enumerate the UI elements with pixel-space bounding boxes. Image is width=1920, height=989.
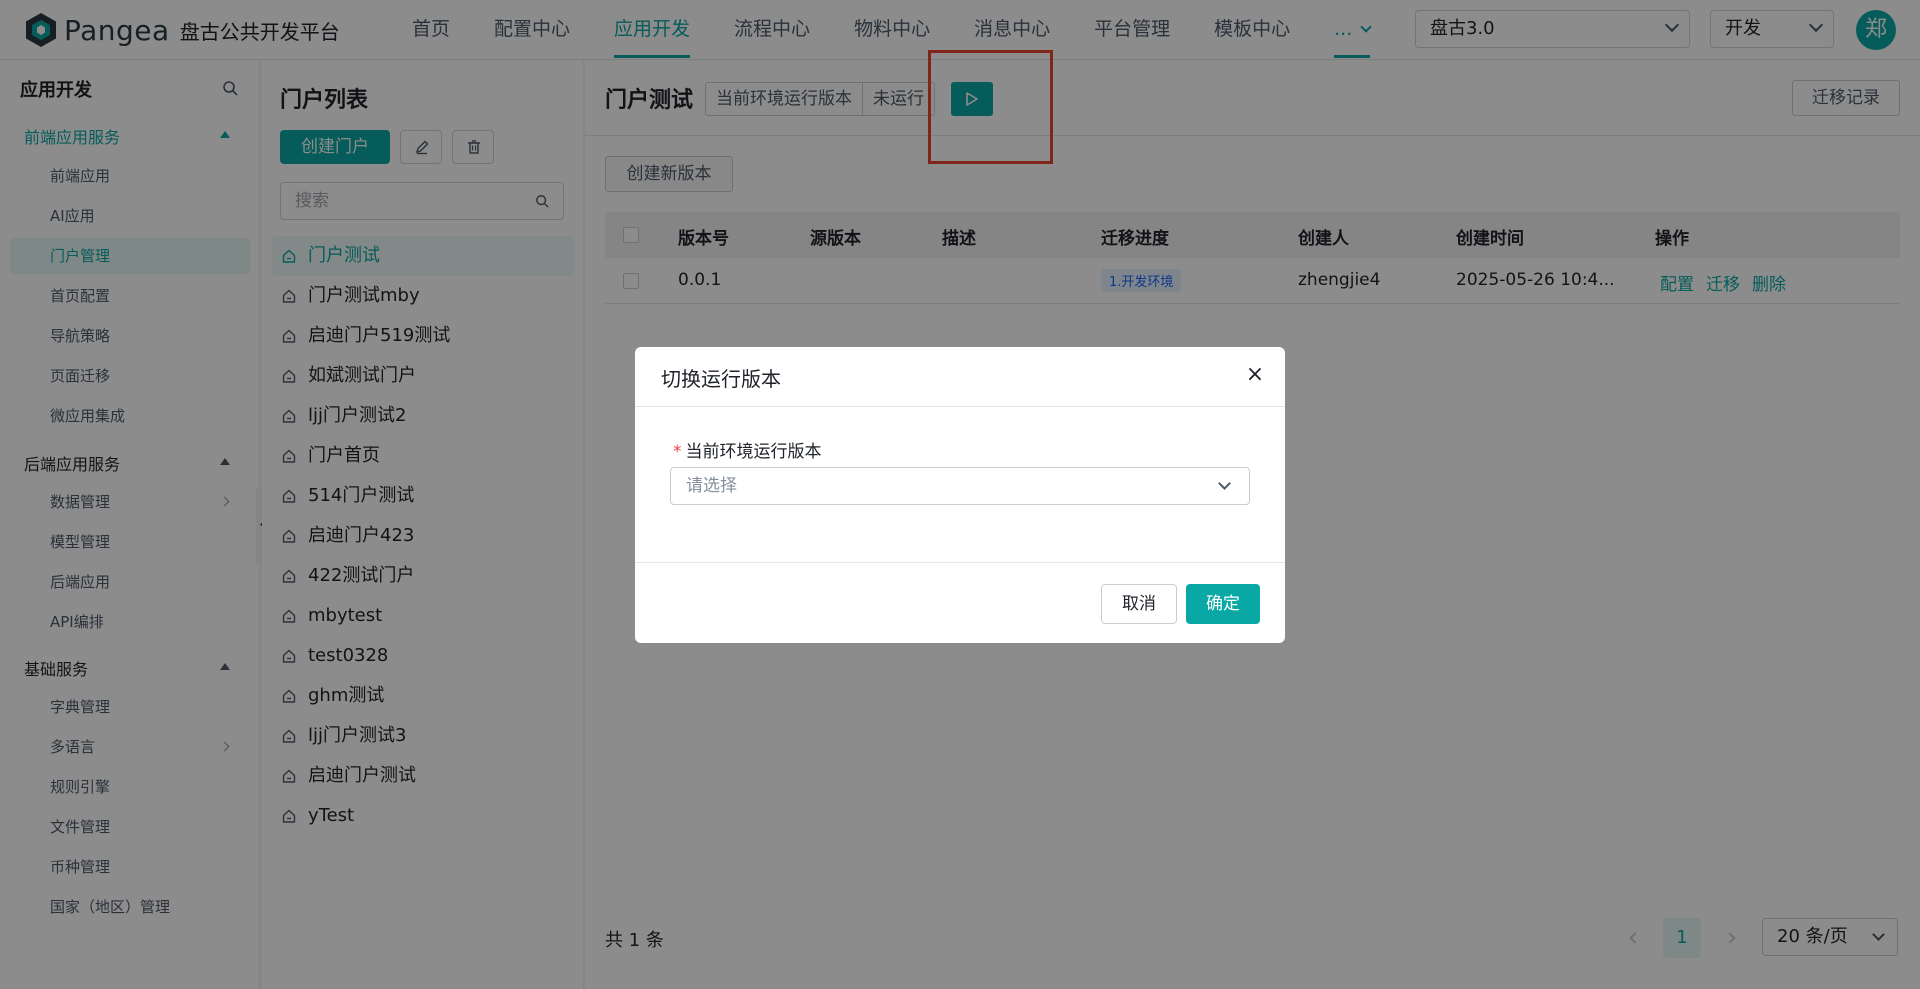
switch-version-dialog: 切换运行版本 × * 当前环境运行版本 请选择 取消 确定 [635,347,1285,643]
field-label-text: 当前环境运行版本 [685,442,822,462]
run-version-placeholder: 请选择 [686,476,737,496]
confirm-button[interactable]: 确定 [1186,584,1260,624]
field-label: * 当前环境运行版本 [673,437,822,462]
dialog-footer: 取消 确定 [635,562,1285,643]
required-mark: * [673,442,682,462]
close-icon[interactable]: × [1245,364,1265,386]
dialog-title: 切换运行版本 [661,367,781,391]
chevron-down-icon [1218,477,1231,490]
dialog-header: 切换运行版本 × [635,347,1285,407]
run-version-select[interactable]: 请选择 [670,467,1250,505]
cancel-button[interactable]: 取消 [1101,584,1177,624]
